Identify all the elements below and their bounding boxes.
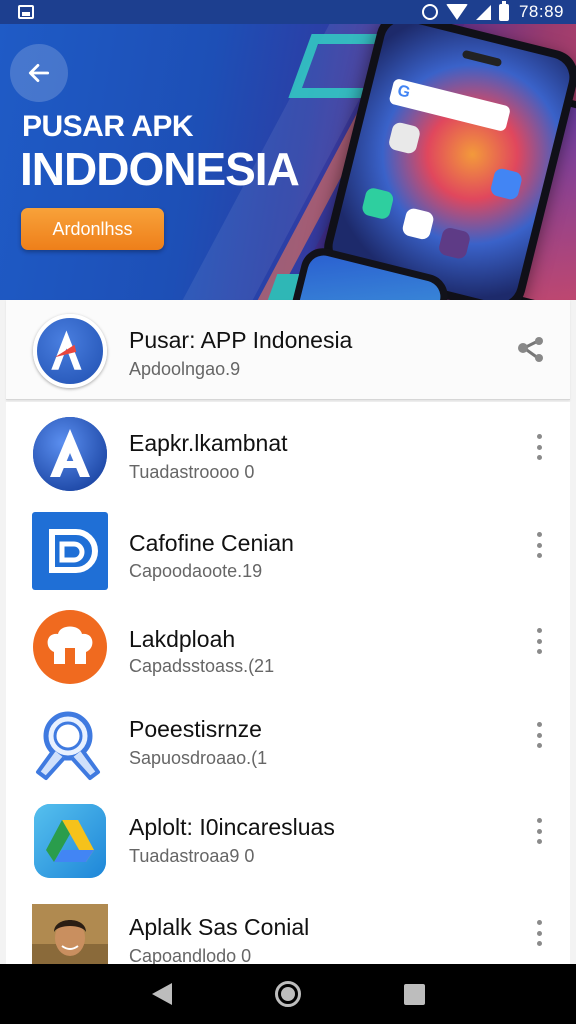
app-title: Lakdploah <box>129 626 236 652</box>
more-options-icon[interactable] <box>534 628 544 654</box>
app-list: Eapkr.lkambnat Tuadastroooo 0 Cafofine C… <box>6 402 570 964</box>
featured-app-icon <box>33 314 107 388</box>
wifi-icon <box>445 4 468 20</box>
app-subtitle: Capoandlodo 0 <box>129 946 252 964</box>
back-button[interactable] <box>10 44 68 102</box>
b-logo-icon <box>32 512 108 590</box>
app-subtitle: Sapuosdroaao.(1 <box>129 748 268 768</box>
drive-triangle-icon <box>32 802 108 880</box>
list-item[interactable]: Poeestisrnze Sapuosdroaao.(1 <box>6 696 570 794</box>
featured-app-subtitle: Apdoolngao.9 <box>129 359 241 379</box>
share-icon[interactable] <box>516 336 546 364</box>
person-photo-icon <box>32 904 108 964</box>
nav-home-icon[interactable] <box>274 981 301 1007</box>
chef-hat-icon <box>32 608 108 686</box>
status-time: 78:89 <box>518 2 564 21</box>
more-options-icon[interactable] <box>534 532 544 558</box>
alarm-icon <box>421 4 438 20</box>
image-notification-icon <box>18 5 34 19</box>
nav-recents-icon[interactable] <box>403 983 425 1005</box>
more-options-icon[interactable] <box>534 818 544 844</box>
app-subtitle: Tuadastroooo 0 <box>129 462 255 482</box>
banner-title-small: PUSAR APK <box>22 110 194 143</box>
letter-a-icon <box>32 415 108 493</box>
nav-back-icon[interactable] <box>151 983 172 1005</box>
list-item[interactable]: Aplalk Sas Conial Capoandlodo 0 <box>6 892 570 964</box>
featured-app-title: Pusar: APP Indonesia <box>129 327 353 353</box>
more-options-icon[interactable] <box>534 434 544 460</box>
more-options-icon[interactable] <box>534 920 544 946</box>
app-subtitle: Tuadastroaa9 0 <box>129 846 255 866</box>
app-screen: 78:89 PUSAR APK INDD <box>0 0 576 1024</box>
system-nav-bar <box>0 964 576 1024</box>
app-subtitle: Capoodaoote.19 <box>129 561 263 581</box>
list-item[interactable]: Aplolt: I0incaresluas Tuadastroaa9 0 <box>6 794 570 892</box>
list-item[interactable]: Cafofine Cenian Capoodaoote.19 <box>6 500 570 598</box>
signal-icon <box>475 4 491 20</box>
battery-icon <box>498 0 509 21</box>
app-title: Aplolt: I0incaresluas <box>129 814 335 840</box>
arrow-left-icon <box>28 64 50 82</box>
banner-action-button[interactable]: Ardonlhss <box>21 208 164 250</box>
letter-a-icon <box>51 330 82 370</box>
app-subtitle: Capadsstoass.(21 <box>129 656 275 676</box>
more-options-icon[interactable] <box>534 722 544 748</box>
list-item[interactable]: Lakdploah Capadsstoass.(21 <box>6 598 570 696</box>
banner-title-large: INDDONESIA <box>20 143 300 195</box>
app-title: Poeestisrnze <box>129 716 262 742</box>
featured-app-card[interactable]: Pusar: APP Indonesia Apdoolngao.9 <box>6 300 570 400</box>
app-title: Aplalk Sas Conial <box>129 914 310 940</box>
status-bar: 78:89 <box>0 0 576 24</box>
app-title: Cafofine Cenian <box>129 530 294 556</box>
hero-banner: PUSAR APK INDDONESIA Ardonlhss <box>0 24 576 300</box>
list-item[interactable]: Eapkr.lkambnat Tuadastroooo 0 <box>6 402 570 500</box>
magnifier-icon <box>32 706 108 784</box>
app-title: Eapkr.lkambnat <box>129 430 288 456</box>
